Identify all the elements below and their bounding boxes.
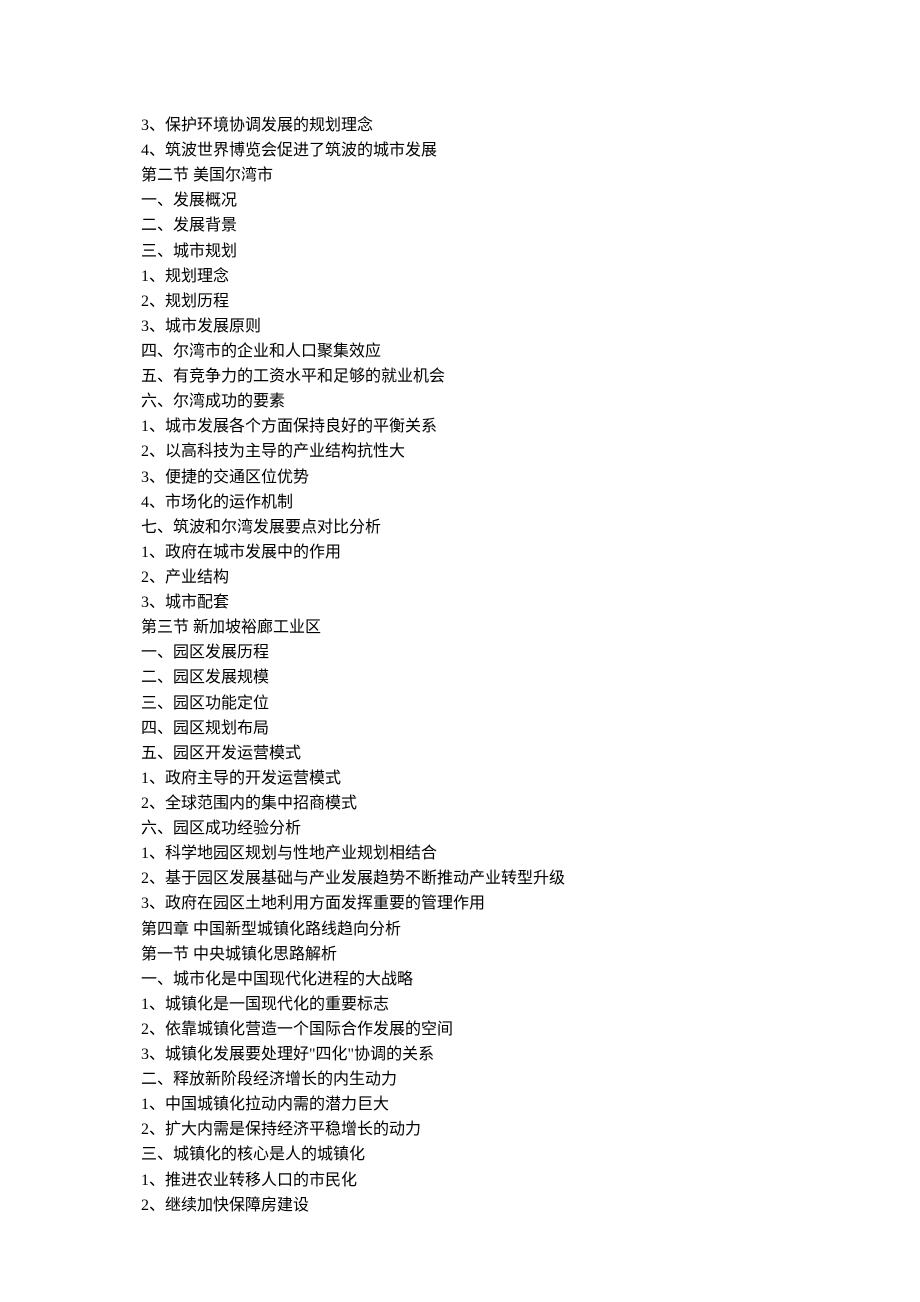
outline-item: 六、园区成功经验分析	[141, 816, 920, 841]
outline-item: 2、全球范围内的集中招商模式	[141, 791, 920, 816]
outline-item: 一、园区发展历程	[141, 640, 920, 665]
outline-item: 1、科学地园区规划与性地产业规划相结合	[141, 841, 920, 866]
outline-item: 第三节 新加坡裕廊工业区	[141, 615, 920, 640]
document-content: 3、保护环境协调发展的规划理念 4、筑波世界博览会促进了筑波的城市发展 第二节 …	[141, 113, 920, 1218]
outline-item: 五、园区开发运营模式	[141, 741, 920, 766]
outline-item: 3、城市发展原则	[141, 314, 920, 339]
outline-item: 1、规划理念	[141, 264, 920, 289]
outline-item: 1、政府主导的开发运营模式	[141, 766, 920, 791]
outline-item: 3、城镇化发展要处理好"四化"协调的关系	[141, 1042, 920, 1067]
outline-item: 3、政府在园区土地利用方面发挥重要的管理作用	[141, 891, 920, 916]
outline-item: 2、继续加快保障房建设	[141, 1193, 920, 1218]
outline-item: 3、保护环境协调发展的规划理念	[141, 113, 920, 138]
outline-item: 三、园区功能定位	[141, 691, 920, 716]
outline-item: 2、产业结构	[141, 565, 920, 590]
outline-item: 3、便捷的交通区位优势	[141, 465, 920, 490]
outline-item: 第四章 中国新型城镇化路线趋向分析	[141, 917, 920, 942]
outline-item: 一、发展概况	[141, 188, 920, 213]
outline-item: 2、以高科技为主导的产业结构抗性大	[141, 439, 920, 464]
outline-item: 四、尔湾市的企业和人口聚集效应	[141, 339, 920, 364]
outline-item: 二、发展背景	[141, 213, 920, 238]
outline-item: 1、政府在城市发展中的作用	[141, 540, 920, 565]
outline-item: 二、园区发展规模	[141, 665, 920, 690]
outline-item: 2、扩大内需是保持经济平稳增长的动力	[141, 1117, 920, 1142]
outline-item: 第二节 美国尔湾市	[141, 163, 920, 188]
outline-item: 三、城镇化的核心是人的城镇化	[141, 1142, 920, 1167]
outline-item: 4、市场化的运作机制	[141, 490, 920, 515]
outline-item: 2、依靠城镇化营造一个国际合作发展的空间	[141, 1017, 920, 1042]
outline-item: 第一节 中央城镇化思路解析	[141, 942, 920, 967]
outline-item: 三、城市规划	[141, 239, 920, 264]
outline-item: 四、园区规划布局	[141, 716, 920, 741]
outline-item: 七、筑波和尔湾发展要点对比分析	[141, 515, 920, 540]
outline-item: 1、推进农业转移人口的市民化	[141, 1168, 920, 1193]
outline-item: 六、尔湾成功的要素	[141, 389, 920, 414]
outline-item: 3、城市配套	[141, 590, 920, 615]
outline-item: 五、有竞争力的工资水平和足够的就业机会	[141, 364, 920, 389]
outline-item: 1、中国城镇化拉动内需的潜力巨大	[141, 1092, 920, 1117]
outline-item: 2、规划历程	[141, 289, 920, 314]
outline-item: 二、释放新阶段经济增长的内生动力	[141, 1067, 920, 1092]
outline-item: 1、城市发展各个方面保持良好的平衡关系	[141, 414, 920, 439]
outline-item: 2、基于园区发展基础与产业发展趋势不断推动产业转型升级	[141, 866, 920, 891]
outline-item: 1、城镇化是一国现代化的重要标志	[141, 992, 920, 1017]
outline-item: 4、筑波世界博览会促进了筑波的城市发展	[141, 138, 920, 163]
outline-item: 一、城市化是中国现代化进程的大战略	[141, 967, 920, 992]
